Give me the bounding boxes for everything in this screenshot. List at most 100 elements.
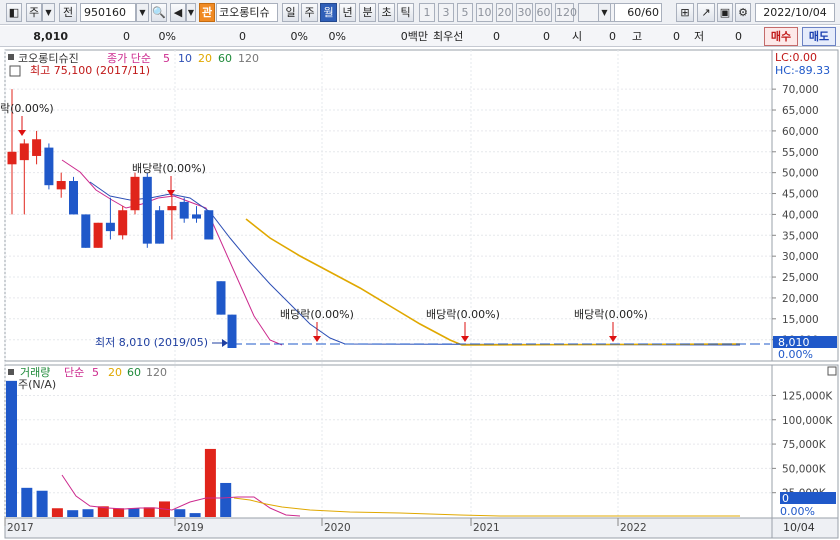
price-tick-label: 50,000 bbox=[782, 168, 819, 180]
x-tick-label: 2021 bbox=[473, 522, 500, 534]
volume-tick-label: 75,000K bbox=[782, 439, 827, 451]
candle-body bbox=[204, 210, 214, 240]
x-axis-date-tag: 10/04 bbox=[783, 521, 815, 534]
interval-button[interactable]: 3 bbox=[438, 3, 454, 22]
stock-chart[interactable]: 70,000 65,000 60,000 55,000 50,000 45,000 40,0… bbox=[0, 48, 840, 540]
value-1-pct: 0% bbox=[290, 30, 308, 43]
volume-ma-60: 60 bbox=[127, 366, 141, 379]
settings-icon[interactable]: ⚙ bbox=[735, 3, 751, 22]
period-tab[interactable]: 일 bbox=[282, 3, 299, 22]
grid-icon[interactable]: ⊞ bbox=[676, 3, 694, 22]
price-tick-label: 35,000 bbox=[782, 230, 819, 242]
prev-button[interactable]: 전 bbox=[59, 3, 77, 22]
interval-button[interactable]: 30 bbox=[516, 3, 533, 22]
price-tick-label: 55,000 bbox=[782, 147, 819, 159]
low-label: 저 bbox=[694, 30, 705, 43]
sell-button[interactable]: 매도 bbox=[802, 27, 836, 46]
volume-pct-tag: 0.00% bbox=[780, 505, 815, 518]
save-icon[interactable]: ▣ bbox=[717, 3, 733, 22]
x-tick-label: 2017 bbox=[7, 522, 34, 534]
volume-bar bbox=[113, 508, 125, 517]
blank-dropdown-icon[interactable]: ▼ bbox=[598, 3, 611, 22]
quote-info-row: 8,010 0 0% 0 0% 0% 0백만 최우선 0 0 시 0 고 0 저… bbox=[0, 26, 840, 47]
date-field[interactable]: 2022/10/04 bbox=[755, 3, 835, 22]
candle-body bbox=[227, 314, 237, 348]
candle-body bbox=[142, 176, 152, 244]
open-value: 0 bbox=[609, 30, 616, 43]
candle-body bbox=[93, 222, 103, 248]
hc-label: HC:-89.33 bbox=[775, 64, 830, 77]
volume-panel-close-icon bbox=[827, 366, 837, 376]
speaker-dropdown-icon[interactable]: ▼ bbox=[186, 3, 196, 22]
volume-bar bbox=[6, 380, 17, 517]
period-tab[interactable]: 초 bbox=[378, 3, 395, 22]
watch-tag[interactable]: 관 bbox=[199, 3, 215, 22]
period-tab[interactable]: 주 bbox=[301, 3, 318, 22]
dividend-label-2: 배당락(0.00%) bbox=[132, 162, 206, 175]
period-tab[interactable]: 년 bbox=[339, 3, 356, 22]
candle-body bbox=[81, 214, 91, 248]
volume-bar bbox=[143, 507, 155, 517]
candle-body bbox=[7, 151, 17, 165]
legend-ma-60: 60 bbox=[218, 52, 232, 65]
volume-bar bbox=[189, 513, 201, 517]
candle-body bbox=[44, 147, 54, 186]
price-tick-label: 60,000 bbox=[782, 126, 819, 138]
line-tool-icon[interactable]: ↗ bbox=[697, 3, 715, 22]
value-1: 0 bbox=[239, 30, 246, 43]
buy-button[interactable]: 매수 bbox=[764, 27, 798, 46]
price-tick-label: 40,000 bbox=[782, 209, 819, 221]
search-icon[interactable]: 🔍 bbox=[151, 3, 167, 22]
candle-body bbox=[130, 176, 140, 211]
legend-ma-5: 5 bbox=[163, 52, 170, 65]
market-select[interactable]: 주 bbox=[26, 3, 42, 22]
panel-menu-icon bbox=[8, 54, 14, 60]
amount-value: 0백만 bbox=[400, 30, 428, 43]
speaker-icon[interactable]: ◀ bbox=[170, 3, 186, 22]
best-bid-label: 최우선 bbox=[433, 30, 464, 43]
change-value: 0 bbox=[123, 30, 130, 43]
open-label: 시 bbox=[572, 30, 583, 43]
dividend-label-4: 배당락(0.00%) bbox=[426, 308, 500, 321]
market-dropdown-icon[interactable]: ▼ bbox=[42, 3, 55, 22]
best-bid-b: 0 bbox=[543, 30, 550, 43]
price-tick-label: 30,000 bbox=[782, 251, 819, 263]
interval-button[interactable]: 1 bbox=[419, 3, 435, 22]
legend-ma-20: 20 bbox=[198, 52, 212, 65]
legend-ma-120: 120 bbox=[238, 52, 259, 65]
volume-current-tag: 0 bbox=[782, 492, 789, 505]
x-tick-label: 2022 bbox=[620, 522, 647, 534]
interval-button[interactable]: 5 bbox=[457, 3, 473, 22]
current-pct-tag: 0.00% bbox=[778, 348, 813, 361]
legend-ma-10: 10 bbox=[178, 52, 192, 65]
interval-button[interactable]: 10 bbox=[476, 3, 493, 22]
chart-area[interactable]: 70,000 65,000 60,000 55,000 50,000 45,000 40,0… bbox=[0, 48, 840, 540]
price-tick-label: 70,000 bbox=[782, 84, 819, 96]
toolbar: ◧ 주 ▼ 전 950160 ▼ 🔍 ◀ ▼ 관 코오롱티슈 일주월년분초틱 1… bbox=[0, 0, 840, 25]
best-bid-a: 0 bbox=[493, 30, 500, 43]
period-tab[interactable]: 분 bbox=[359, 3, 376, 22]
count-input[interactable]: 60/60 bbox=[614, 3, 662, 22]
x-axis-frame bbox=[4, 517, 773, 539]
count-total: /60 bbox=[641, 6, 659, 19]
period-tab[interactable]: 월 bbox=[320, 3, 337, 22]
candle-body bbox=[105, 222, 115, 232]
chart-menu-icon[interactable]: ◧ bbox=[6, 3, 22, 22]
candle-body bbox=[56, 181, 66, 190]
low-note: 최저 8,010 (2019/05) bbox=[95, 336, 208, 349]
interval-button[interactable]: 20 bbox=[496, 3, 513, 22]
dividend-label-5: 배당락(0.00%) bbox=[574, 308, 648, 321]
code-dropdown-icon[interactable]: ▼ bbox=[136, 3, 149, 22]
x-tick-label: 2020 bbox=[324, 522, 351, 534]
volume-bar bbox=[67, 510, 79, 517]
volume-bar bbox=[21, 487, 33, 517]
volume-bar bbox=[204, 448, 216, 517]
volume-ma-20: 20 bbox=[108, 366, 122, 379]
volume-ma-120: 120 bbox=[146, 366, 167, 379]
stock-code-input[interactable]: 950160 bbox=[80, 3, 136, 22]
price-tick-label: 20,000 bbox=[782, 293, 819, 305]
interval-button[interactable]: 60 bbox=[535, 3, 552, 22]
volume-panel-menu-icon bbox=[8, 369, 14, 375]
period-tab[interactable]: 틱 bbox=[397, 3, 414, 22]
interval-button[interactable]: 120 bbox=[555, 3, 577, 22]
